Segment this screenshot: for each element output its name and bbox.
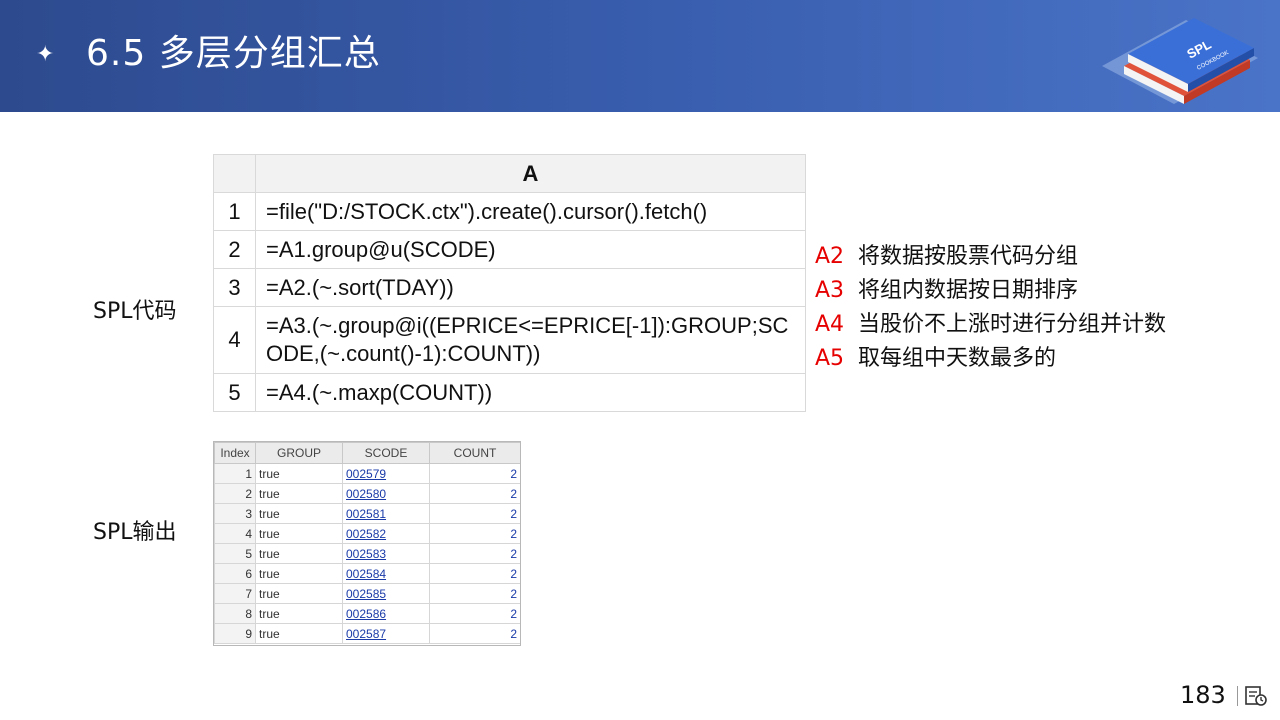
scode-link[interactable]: 002579 <box>342 463 430 484</box>
table-row[interactable]: 8 true 002586 2 <box>214 603 520 624</box>
row-index: 1 <box>214 463 256 484</box>
group-cell: true <box>255 463 343 484</box>
spl-code-label: SPL代码 <box>93 299 177 324</box>
table-row[interactable]: 2 true 002580 2 <box>214 483 520 504</box>
table-row[interactable]: 5 true 002583 2 <box>214 543 520 564</box>
code-cell-a3[interactable]: =A2.(~.sort(TDAY)) <box>255 268 806 307</box>
column-header-group[interactable]: GROUP <box>255 442 343 464</box>
note-id: A3 <box>815 278 845 303</box>
table-row[interactable]: 3 true 002581 2 <box>214 503 520 524</box>
slide-title: 6.5 多层分组汇总 <box>86 33 381 74</box>
count-cell: 2 <box>429 523 520 544</box>
count-cell: 2 <box>429 603 520 624</box>
note-item: A5 取每组中天数最多的 <box>815 342 1195 376</box>
spl-code-grid: A 1 =file("D:/STOCK.ctx").create().curso… <box>213 154 806 412</box>
note-item: A4 当股价不上涨时进行分组并计数 <box>815 308 1195 342</box>
column-header-scode[interactable]: SCODE <box>342 442 430 464</box>
column-header-a[interactable]: A <box>255 154 806 193</box>
note-text: 当股价不上涨时进行分组并计数 <box>858 312 1167 337</box>
table-row[interactable]: 1 true 002579 2 <box>214 463 520 484</box>
code-cell-a5[interactable]: =A4.(~.maxp(COUNT)) <box>255 373 806 412</box>
row-index: 6 <box>214 563 256 584</box>
group-cell: true <box>255 583 343 604</box>
note-id: A4 <box>815 312 845 337</box>
row-number[interactable]: 2 <box>213 230 256 269</box>
note-text: 将组内数据按日期排序 <box>858 278 1079 303</box>
group-cell: true <box>255 483 343 504</box>
row-index: 2 <box>214 483 256 504</box>
row-index: 8 <box>214 603 256 624</box>
scode-link[interactable]: 002587 <box>342 623 430 644</box>
group-cell: true <box>255 563 343 584</box>
note-text: 取每组中天数最多的 <box>858 346 1057 371</box>
row-index: 7 <box>214 583 256 604</box>
group-cell: true <box>255 523 343 544</box>
note-text: 将数据按股票代码分组 <box>858 244 1079 269</box>
step-notes: A2 将数据按股票代码分组 A3 将组内数据按日期排序 A4 当股价不上涨时进行分组并… <box>815 240 1195 376</box>
footer-divider <box>1237 686 1238 706</box>
scode-link[interactable]: 002581 <box>342 503 430 524</box>
row-number[interactable]: 4 <box>213 306 256 374</box>
count-cell: 2 <box>429 503 520 524</box>
spl-output-table[interactable]: Index GROUP SCODE COUNT 1 true 002579 2 2 tr… <box>213 441 521 646</box>
code-cell-a1[interactable]: =file("D:/STOCK.ctx").create().cursor().… <box>255 192 806 231</box>
row-index: 3 <box>214 503 256 524</box>
scode-link[interactable]: 002585 <box>342 583 430 604</box>
group-cell: true <box>255 603 343 624</box>
row-index: 4 <box>214 523 256 544</box>
table-row[interactable]: 4 true 002582 2 <box>214 523 520 544</box>
count-cell: 2 <box>429 463 520 484</box>
scode-link[interactable]: 002580 <box>342 483 430 504</box>
table-row[interactable]: 6 true 002584 2 <box>214 563 520 584</box>
column-header-index[interactable]: Index <box>214 442 256 464</box>
count-cell: 2 <box>429 583 520 604</box>
group-cell: true <box>255 623 343 644</box>
table-row[interactable]: 9 true 002587 2 <box>214 623 520 644</box>
table-row[interactable]: 7 true 002585 2 <box>214 583 520 604</box>
note-item: A3 将组内数据按日期排序 <box>815 274 1195 308</box>
row-number[interactable]: 1 <box>213 192 256 231</box>
slide-header: ✦ 6.5 多层分组汇总 SPL COOKBOOK <box>0 0 1280 112</box>
row-number[interactable]: 3 <box>213 268 256 307</box>
count-cell: 2 <box>429 563 520 584</box>
count-cell: 2 <box>429 483 520 504</box>
spl-cookbook-logo: SPL COOKBOOK <box>1102 18 1258 104</box>
count-cell: 2 <box>429 543 520 564</box>
code-cell-a2[interactable]: =A1.group@u(SCODE) <box>255 230 806 269</box>
scode-link[interactable]: 002586 <box>342 603 430 624</box>
row-number[interactable]: 5 <box>213 373 256 412</box>
page-number: 183 <box>1180 681 1226 709</box>
scode-link[interactable]: 002582 <box>342 523 430 544</box>
code-cell-a4[interactable]: =A3.(~.group@i((EPRICE<=EPRICE[-1]):GROU… <box>255 306 806 374</box>
scode-link[interactable]: 002584 <box>342 563 430 584</box>
row-index: 5 <box>214 543 256 564</box>
row-index: 9 <box>214 623 256 644</box>
note-item: A2 将数据按股票代码分组 <box>815 240 1195 274</box>
grid-corner-cell[interactable] <box>213 154 256 193</box>
count-cell: 2 <box>429 623 520 644</box>
group-cell: true <box>255 503 343 524</box>
column-header-count[interactable]: COUNT <box>429 442 520 464</box>
note-id: A2 <box>815 244 845 269</box>
scode-link[interactable]: 002583 <box>342 543 430 564</box>
note-id: A5 <box>815 346 845 371</box>
spl-output-label: SPL输出 <box>93 520 177 545</box>
sparkle-icon: ✦ <box>36 42 55 67</box>
slide-notes-icon[interactable] <box>1244 685 1268 707</box>
group-cell: true <box>255 543 343 564</box>
